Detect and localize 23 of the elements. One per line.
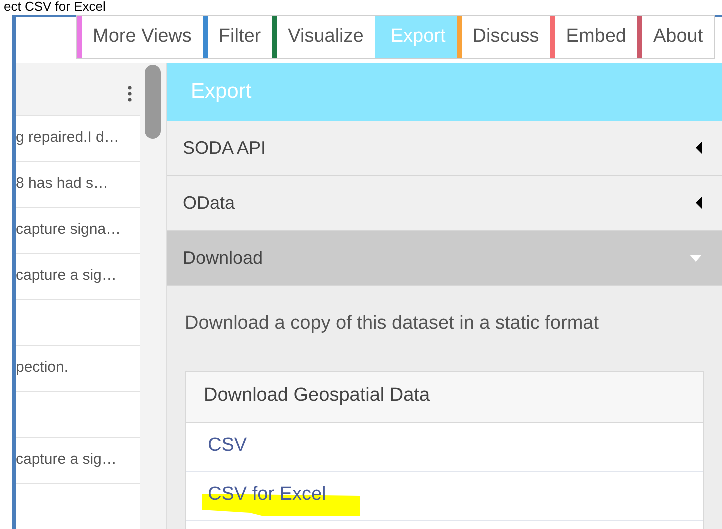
download-link[interactable]: CSV bbox=[208, 432, 248, 461]
scrollbar-thumb[interactable] bbox=[145, 65, 161, 139]
caret-down-icon bbox=[690, 254, 702, 262]
table-cell: capture a sig… bbox=[16, 253, 140, 299]
tab[interactable]: Filter bbox=[202, 16, 272, 58]
tab[interactable]: Embed bbox=[550, 16, 638, 58]
tab[interactable]: Discuss bbox=[456, 16, 550, 58]
table-cell: capture signa… bbox=[16, 207, 140, 253]
caret-left-icon bbox=[696, 197, 702, 209]
table-cell: g repaired.I d… bbox=[16, 115, 140, 161]
tab[interactable]: More Views bbox=[77, 16, 203, 58]
caption: ect CSV for Excel bbox=[4, 0, 106, 14]
description: Download a copy of this dataset in a static format bbox=[185, 312, 600, 336]
caret-left-icon bbox=[696, 142, 702, 154]
card-title: Download Geospatial Data bbox=[186, 372, 703, 422]
more-options-icon[interactable] bbox=[128, 86, 132, 102]
accordion-header[interactable]: Download bbox=[167, 231, 722, 286]
tab[interactable]: About bbox=[637, 16, 714, 58]
panel-header: Export bbox=[167, 63, 722, 121]
tab[interactable]: Visualize bbox=[272, 16, 375, 58]
table-cell: capture a sig… bbox=[16, 437, 140, 483]
table-cell: 8 has had s… bbox=[16, 161, 140, 207]
table-cell: pection. bbox=[16, 345, 140, 391]
